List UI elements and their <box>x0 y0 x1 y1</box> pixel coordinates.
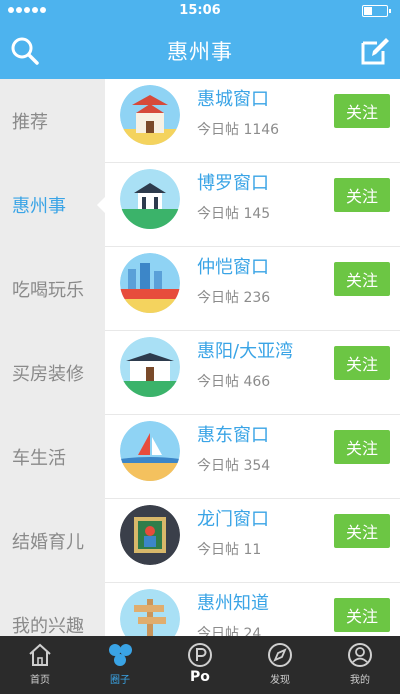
po-icon <box>188 643 212 667</box>
post-count: 今日帖 145 <box>197 206 271 222</box>
tab-discover[interactable]: 发现 <box>240 636 320 694</box>
list-item[interactable]: 惠城窗口 今日帖 1146 关注 <box>105 79 400 163</box>
channel-name: 惠城窗口 <box>197 89 269 110</box>
status-bar: 15:06 <box>0 0 400 22</box>
channel-name: 龙门窗口 <box>197 509 269 530</box>
follow-button[interactable]: 关注 <box>334 94 390 128</box>
page-title: 惠州事 <box>167 40 233 64</box>
sidebar-item-family[interactable]: 结婚育儿 <box>0 499 105 583</box>
profile-icon <box>348 643 372 667</box>
tab-label: Po <box>190 669 210 685</box>
tab-mine[interactable]: 我的 <box>320 636 400 694</box>
pavilion-icon <box>120 169 180 229</box>
tab-label: 我的 <box>350 675 370 686</box>
follow-button[interactable]: 关注 <box>334 430 390 464</box>
home-icon <box>29 643 51 666</box>
sidebar-item-food-fun[interactable]: 吃喝玩乐 <box>0 247 105 331</box>
channel-name: 博罗窗口 <box>197 173 269 194</box>
tab-label: 圈子 <box>110 675 130 686</box>
status-time: 15:06 <box>179 3 221 18</box>
tab-home[interactable]: 首页 <box>0 636 80 694</box>
tab-circles[interactable]: 圈子 <box>80 636 160 694</box>
city-train-icon <box>120 253 180 313</box>
temple-icon <box>120 337 180 397</box>
list-item[interactable]: 惠阳/大亚湾 今日帖 466 关注 <box>105 331 400 415</box>
list-item[interactable]: 惠州知道 今日帖 24 关注 <box>105 583 400 636</box>
channel-name: 仲恺窗口 <box>197 257 269 278</box>
sailboat-icon <box>120 421 180 481</box>
follow-button[interactable]: 关注 <box>334 346 390 380</box>
signpost-icon <box>120 589 180 636</box>
nav-header: 惠州事 <box>0 22 400 79</box>
category-sidebar: 推荐 惠州事 吃喝玩乐 买房装修 车生活 结婚育儿 我的兴趣 <box>0 79 105 636</box>
post-count: 今日帖 24 <box>197 626 262 636</box>
active-indicator <box>97 197 105 213</box>
post-count: 今日帖 466 <box>197 374 271 390</box>
list-item[interactable]: 惠东窗口 今日帖 354 关注 <box>105 415 400 499</box>
tab-label: 发现 <box>270 675 290 686</box>
channel-name: 惠阳/大亚湾 <box>197 341 294 362</box>
compass-icon <box>268 643 292 667</box>
sidebar-item-house[interactable]: 买房装修 <box>0 331 105 415</box>
channel-name: 惠东窗口 <box>197 425 269 446</box>
sidebar-item-huizhou[interactable]: 惠州事 <box>0 163 105 247</box>
tab-bar: 首页 圈子 Po 发现 我的 <box>0 636 400 694</box>
post-count: 今日帖 11 <box>197 542 262 558</box>
channel-list: 惠城窗口 今日帖 1146 关注 博罗窗口 今日帖 145 关注 仲恺窗口 今日… <box>105 79 400 636</box>
tab-po[interactable]: Po <box>160 636 240 694</box>
channel-name: 惠州知道 <box>197 593 269 614</box>
sidebar-item-car[interactable]: 车生活 <box>0 415 105 499</box>
follow-button[interactable]: 关注 <box>334 178 390 212</box>
follow-button[interactable]: 关注 <box>334 262 390 296</box>
circles-icon <box>109 644 132 666</box>
list-item[interactable]: 龙门窗口 今日帖 11 关注 <box>105 499 400 583</box>
post-count: 今日帖 1146 <box>197 122 280 138</box>
sidebar-item-recommend[interactable]: 推荐 <box>0 79 105 163</box>
list-item[interactable]: 博罗窗口 今日帖 145 关注 <box>105 163 400 247</box>
painting-icon <box>120 505 180 565</box>
follow-button[interactable]: 关注 <box>334 598 390 632</box>
post-count: 今日帖 354 <box>197 458 271 474</box>
battery-icon <box>362 5 391 17</box>
sidebar-item-interests[interactable]: 我的兴趣 <box>0 583 105 636</box>
compose-icon[interactable] <box>359 35 391 67</box>
post-count: 今日帖 236 <box>197 290 271 306</box>
tab-label: 首页 <box>30 675 50 686</box>
list-item[interactable]: 仲恺窗口 今日帖 236 关注 <box>105 247 400 331</box>
gate-tower-icon <box>120 85 180 145</box>
follow-button[interactable]: 关注 <box>334 514 390 548</box>
